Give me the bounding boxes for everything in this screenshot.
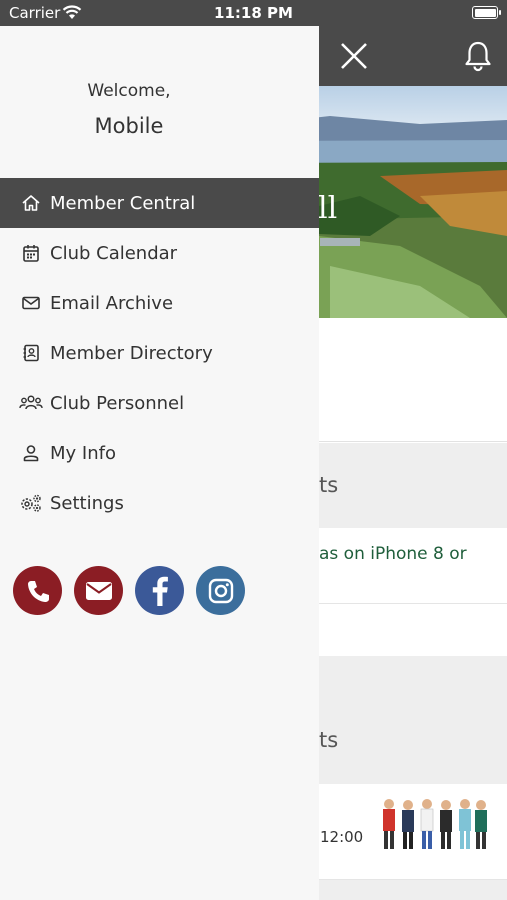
hero-title-partial: ll [318, 191, 338, 226]
home-icon [21, 193, 41, 213]
nav-item-email-archive[interactable]: Email Archive [0, 278, 319, 328]
phone-icon [25, 578, 51, 604]
nav-item-club-personnel[interactable]: Club Personnel [0, 378, 319, 428]
gears-icon [19, 493, 43, 513]
status-time: 11:18 PM [214, 4, 293, 22]
section-title-partial: ts [319, 728, 339, 752]
nav-drawer: Welcome, Mobile Member Central Club Cale… [0, 26, 319, 900]
user-icon [21, 443, 41, 463]
news-link-partial[interactable]: as on iPhone 8 or [319, 544, 467, 564]
battery-icon [472, 6, 501, 19]
event-time-partial: 12:00 [320, 828, 364, 846]
nav-item-member-central[interactable]: Member Central [0, 178, 319, 228]
event-thumbnail [377, 794, 489, 854]
status-bar: Carrier 11:18 PM [0, 0, 507, 26]
nav-item-my-info[interactable]: My Info [0, 428, 319, 478]
users-icon [19, 393, 43, 413]
instagram-icon [208, 578, 234, 604]
nav-item-label: Club Calendar [50, 242, 178, 264]
nav-item-label: Member Directory [50, 342, 213, 364]
section-title-partial: ts [319, 473, 339, 497]
facebook-icon [150, 576, 170, 606]
nav-item-label: Email Archive [50, 292, 174, 314]
username-label: Mobile [94, 114, 164, 138]
calendar-icon [21, 243, 41, 263]
nav-item-settings[interactable]: Settings [0, 478, 319, 528]
facebook-button[interactable] [135, 566, 184, 615]
nav-item-label: Member Central [50, 192, 196, 214]
bell-icon[interactable] [460, 38, 496, 74]
phone-button[interactable] [13, 566, 62, 615]
welcome-label: Welcome, [87, 81, 171, 101]
email-button[interactable] [74, 566, 123, 615]
nav-item-label: Club Personnel [50, 392, 185, 414]
envelope-icon [21, 293, 41, 313]
nav-item-label: Settings [50, 492, 124, 514]
nav-item-label: My Info [50, 442, 116, 464]
nav-item-member-directory[interactable]: Member Directory [0, 328, 319, 378]
nav-item-club-calendar[interactable]: Club Calendar [0, 228, 319, 278]
instagram-button[interactable] [196, 566, 245, 615]
close-icon[interactable] [336, 38, 372, 74]
address-book-icon [21, 343, 41, 363]
envelope-icon [85, 580, 113, 602]
